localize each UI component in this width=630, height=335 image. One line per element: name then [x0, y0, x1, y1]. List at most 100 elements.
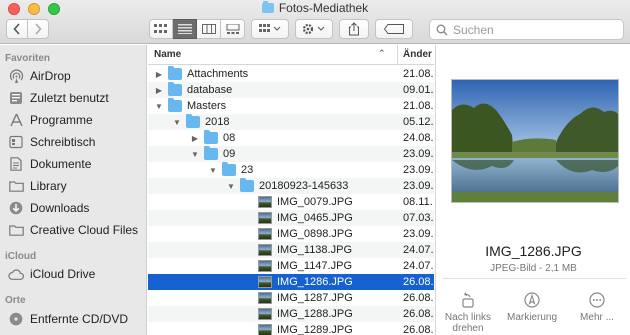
sidebar-item-recents[interactable]: Zuletzt benutzt — [8, 88, 146, 108]
file-date-modified: 24.07. — [403, 244, 434, 256]
folder-row[interactable]: ▶ database 09.01. — [148, 82, 434, 98]
file-date-modified: 05.12. — [403, 116, 434, 128]
file-row[interactable]: IMG_1138.JPG 24.07. — [148, 242, 434, 258]
folder-icon — [168, 66, 182, 80]
file-row[interactable]: IMG_0898.JPG 23.09. — [148, 226, 434, 242]
image-thumbnail-icon — [258, 260, 272, 272]
search-field[interactable]: Suchen — [429, 19, 624, 40]
tag-button[interactable] — [375, 19, 413, 39]
image-thumbnail-icon — [258, 196, 272, 208]
file-date-modified: 21.08. — [403, 68, 434, 80]
file-name: IMG_0465.JPG — [277, 212, 353, 224]
folder-icon — [168, 82, 182, 96]
folder-row[interactable]: ▼ 20180923-145633 23.09. — [148, 178, 434, 194]
column-header-date-modified[interactable]: Änder — [403, 49, 432, 60]
folder-icon — [8, 222, 24, 238]
folder-icon — [168, 98, 182, 112]
file-name: Attachments — [187, 68, 249, 80]
file-name: 2018 — [205, 116, 230, 128]
sidebar-item-creative-cloud-files[interactable]: Creative Cloud Files — [8, 220, 146, 240]
back-button[interactable] — [6, 19, 28, 39]
sidebar-item-label: Dokumente — [30, 157, 92, 171]
file-date-modified: 23.09. — [403, 148, 434, 160]
markup-button[interactable]: Markierung — [502, 291, 562, 323]
disclosure-expanded-icon[interactable]: ▼ — [190, 150, 200, 159]
action-menu-button[interactable] — [295, 19, 333, 39]
sidebar-item-remote-disc[interactable]: Entfernte CD/DVD — [8, 309, 146, 329]
search-placeholder: Suchen — [453, 22, 494, 37]
disclosure-expanded-icon[interactable]: ▼ — [226, 182, 236, 191]
folder-row[interactable]: ▼ Masters 21.08. — [148, 98, 434, 114]
gallery-view-icon — [226, 24, 239, 34]
markup-icon — [502, 291, 562, 309]
group-grid-icon — [259, 24, 281, 32]
column-divider[interactable] — [397, 45, 398, 65]
file-row[interactable]: IMG_1286.JPG 26.08. — [148, 274, 434, 290]
file-list: Name ⌃ Änder ▶ Attachments 21.08. ▶ database… — [148, 45, 434, 335]
rotate-left-label: Nach links drehen — [444, 312, 492, 334]
sidebar-section-icloud: iCloud — [5, 251, 37, 262]
file-name: IMG_1288.JPG — [277, 308, 353, 320]
markup-label: Markierung — [506, 312, 558, 323]
sidebar-item-downloads[interactable]: Downloads — [8, 198, 146, 218]
file-row[interactable]: IMG_0465.JPG 07.03. — [148, 210, 434, 226]
sort-ascending-icon: ⌃ — [378, 48, 386, 58]
sidebar-item-icloud-drive[interactable]: iCloud Drive — [8, 264, 146, 284]
folder-row[interactable]: ▶ 08 24.08. — [148, 130, 434, 146]
sidebar-item-label: Schreibtisch — [30, 135, 96, 149]
file-row[interactable]: IMG_0079.JPG 08.11. — [148, 194, 434, 210]
file-date-modified: 26.08. — [403, 276, 434, 288]
disclosure-expanded-icon[interactable]: ▼ — [208, 166, 218, 175]
file-name: 09 — [223, 148, 236, 160]
gallery-view-button[interactable] — [221, 19, 245, 39]
icon-view-button[interactable] — [149, 19, 173, 39]
folder-icon — [222, 162, 236, 176]
sidebar-item-library[interactable]: Library — [8, 176, 146, 196]
more-icon — [567, 291, 627, 309]
sidebar-item-documents[interactable]: Dokumente — [8, 154, 146, 174]
disclosure-expanded-icon[interactable]: ▼ — [154, 102, 164, 111]
folder-row[interactable]: ▼ 2018 05.12. — [148, 114, 434, 130]
file-name: IMG_0079.JPG — [277, 196, 353, 208]
sidebar-item-applications[interactable]: Programme — [8, 110, 146, 130]
file-row[interactable]: IMG_1288.JPG 26.08. — [148, 306, 434, 322]
file-row[interactable]: IMG_1147.JPG 24.07. — [148, 258, 434, 274]
share-button[interactable] — [339, 19, 369, 39]
disclosure-collapsed-icon[interactable]: ▶ — [190, 134, 200, 143]
share-icon — [349, 22, 359, 36]
image-thumbnail-icon — [258, 276, 272, 288]
file-name: IMG_0898.JPG — [277, 228, 353, 240]
disc-icon — [8, 311, 24, 327]
file-name: 08 — [223, 132, 236, 144]
rotate-left-icon — [438, 291, 498, 309]
list-view-button[interactable] — [173, 19, 197, 39]
rotate-left-button[interactable]: Nach links drehen — [438, 291, 498, 334]
folder-row[interactable]: ▼ 09 23.09. — [148, 146, 434, 162]
column-header-name[interactable]: Name — [154, 49, 181, 60]
disclosure-expanded-icon[interactable]: ▼ — [172, 118, 182, 127]
sidebar-item-label: Creative Cloud Files — [30, 223, 139, 237]
file-row[interactable]: IMG_1287.JPG 26.08. — [148, 290, 434, 306]
forward-button[interactable] — [27, 19, 49, 39]
sidebar-item-desktop[interactable]: Schreibtisch — [8, 132, 146, 152]
column-view-button[interactable] — [197, 19, 221, 39]
disclosure-collapsed-icon[interactable]: ▶ — [154, 86, 164, 95]
disclosure-collapsed-icon[interactable]: ▶ — [154, 70, 164, 79]
folder-icon — [186, 114, 200, 128]
image-thumbnail-icon — [258, 212, 272, 224]
folder-row[interactable]: ▶ Attachments 21.08. — [148, 66, 434, 82]
file-row[interactable]: IMG_1289.JPG 26.08. — [148, 322, 434, 335]
sidebar-section-favorites: Favoriten — [5, 53, 51, 64]
folder-row[interactable]: ▼ 23 23.09. — [148, 162, 434, 178]
file-name: 23 — [241, 164, 254, 176]
sidebar-item-label: Library — [30, 179, 67, 193]
file-date-modified: 26.08. — [403, 324, 434, 335]
documents-icon — [8, 156, 24, 172]
file-date-modified: 24.07. — [403, 260, 434, 272]
more-button[interactable]: Mehr ... — [567, 291, 627, 323]
search-icon — [436, 24, 448, 35]
file-name: IMG_1138.JPG — [277, 244, 352, 256]
sidebar-item-airdrop[interactable]: AirDrop — [8, 66, 146, 86]
group-button[interactable] — [251, 19, 289, 39]
image-thumbnail-icon — [258, 244, 272, 256]
